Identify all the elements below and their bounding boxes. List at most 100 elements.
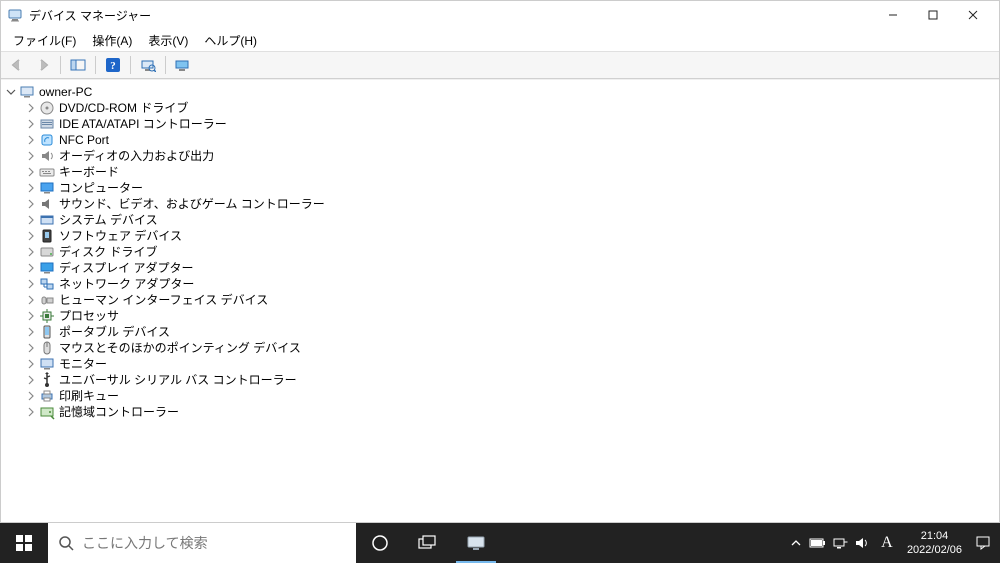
expand-icon[interactable] [25,150,37,162]
tree-item[interactable]: IDE ATA/ATAPI コントローラー [3,116,997,132]
network-icon[interactable] [829,523,851,563]
keyboard-icon [39,164,55,180]
expand-icon[interactable] [25,166,37,178]
tree-item-label: サウンド、ビデオ、およびゲーム コントローラー [59,196,325,212]
taskbar-app-devmgr[interactable] [452,523,500,563]
clock-time: 21:04 [907,529,962,543]
clock-date: 2022/02/06 [907,543,962,557]
tree-item[interactable]: ユニバーサル シリアル バス コントローラー [3,372,997,388]
network-icon [39,276,55,292]
tree-item-label: ソフトウェア デバイス [59,228,182,244]
menu-help[interactable]: ヘルプ(H) [196,30,265,51]
tree-item[interactable]: コンピューター [3,180,997,196]
tree-item[interactable]: ディスク ドライブ [3,244,997,260]
tree-item-label: 記憶域コントローラー [59,404,179,420]
tree-item[interactable]: マウスとそのほかのポインティング デバイス [3,340,997,356]
tree-root[interactable]: owner-PC [3,84,997,100]
help-button[interactable]: ? [101,54,125,76]
cortana-button[interactable] [356,523,404,563]
tree-item[interactable]: 印刷キュー [3,388,997,404]
collapse-icon[interactable] [5,86,17,98]
storage-icon [39,404,55,420]
tree-item-label: ディスプレイ アダプター [59,260,194,276]
expand-icon[interactable] [25,246,37,258]
cpu-icon [39,308,55,324]
expand-icon[interactable] [25,182,37,194]
tree-item[interactable]: ヒューマン インターフェイス デバイス [3,292,997,308]
tree-item[interactable]: モニター [3,356,997,372]
tree-item[interactable]: NFC Port [3,132,997,148]
expand-icon[interactable] [25,342,37,354]
volume-icon[interactable] [851,523,873,563]
scan-hardware-button[interactable] [136,54,160,76]
menu-action[interactable]: 操作(A) [84,30,140,51]
forward-button[interactable] [31,54,55,76]
toolbar-separator [60,56,61,74]
back-button[interactable] [5,54,29,76]
search-icon [58,535,74,551]
devices-button[interactable] [171,54,195,76]
expand-icon[interactable] [25,390,37,402]
tree-item-label: ヒューマン インターフェイス デバイス [59,292,268,308]
tree-item[interactable]: ソフトウェア デバイス [3,228,997,244]
maximize-button[interactable] [913,1,953,29]
system-tray: A 21:04 2022/02/06 [783,523,1000,563]
tree-item-label: キーボード [59,164,119,180]
system-icon [39,212,55,228]
tree-item[interactable]: オーディオの入力および出力 [3,148,997,164]
toolbar-separator [165,56,166,74]
tree-item-label: ユニバーサル シリアル バス コントローラー [59,372,297,388]
taskbar-search[interactable]: ここに入力して検索 [48,523,356,563]
menu-file[interactable]: ファイル(F) [5,30,84,51]
audio-icon [39,148,55,164]
action-center-button[interactable] [968,535,998,551]
svg-text:?: ? [110,60,116,72]
expand-icon[interactable] [25,198,37,210]
disk-icon [39,244,55,260]
tree-item-label: オーディオの入力および出力 [59,148,214,164]
tree-item[interactable]: ディスプレイ アダプター [3,260,997,276]
minimize-button[interactable] [873,1,913,29]
expand-icon[interactable] [25,310,37,322]
tree-item[interactable]: キーボード [3,164,997,180]
tree-item-label: IDE ATA/ATAPI コントローラー [59,116,227,132]
expand-icon[interactable] [25,374,37,386]
tree-item[interactable]: ポータブル デバイス [3,324,997,340]
ide-icon [39,116,55,132]
expand-icon[interactable] [25,326,37,338]
show-hide-tree-button[interactable] [66,54,90,76]
expand-icon[interactable] [25,262,37,274]
tree-item-label: システム デバイス [59,212,158,228]
tree-item[interactable]: プロセッサ [3,308,997,324]
tree-item[interactable]: ネットワーク アダプター [3,276,997,292]
titlebar: デバイス マネージャー [1,1,999,29]
expand-icon[interactable] [25,214,37,226]
battery-icon[interactable] [807,523,829,563]
tree-item-label: ネットワーク アダプター [59,276,194,292]
tree-item-label: モニター [59,356,107,372]
tree-item[interactable]: DVD/CD-ROM ドライブ [3,100,997,116]
expand-icon[interactable] [25,134,37,146]
expand-icon[interactable] [25,118,37,130]
expand-icon[interactable] [25,358,37,370]
tree-item[interactable]: 記憶域コントローラー [3,404,997,420]
tree-item[interactable]: サウンド、ビデオ、およびゲーム コントローラー [3,196,997,212]
expand-icon[interactable] [25,406,37,418]
tree-item[interactable]: システム デバイス [3,212,997,228]
menu-view[interactable]: 表示(V) [140,30,196,51]
expand-icon[interactable] [25,230,37,242]
taskbar-clock[interactable]: 21:04 2022/02/06 [901,529,968,557]
ime-indicator[interactable]: A [873,534,901,552]
tree-item-label: 印刷キュー [59,388,119,404]
expand-icon[interactable] [25,102,37,114]
computer-icon [19,84,35,100]
search-placeholder: ここに入力して検索 [82,533,208,553]
sound-icon [39,196,55,212]
device-tree[interactable]: owner-PC DVD/CD-ROM ドライブIDE ATA/ATAPI コン… [1,79,999,522]
expand-icon[interactable] [25,278,37,290]
tray-overflow-button[interactable] [785,523,807,563]
close-button[interactable] [953,1,993,29]
expand-icon[interactable] [25,294,37,306]
start-button[interactable] [0,523,48,563]
task-view-button[interactable] [404,523,452,563]
